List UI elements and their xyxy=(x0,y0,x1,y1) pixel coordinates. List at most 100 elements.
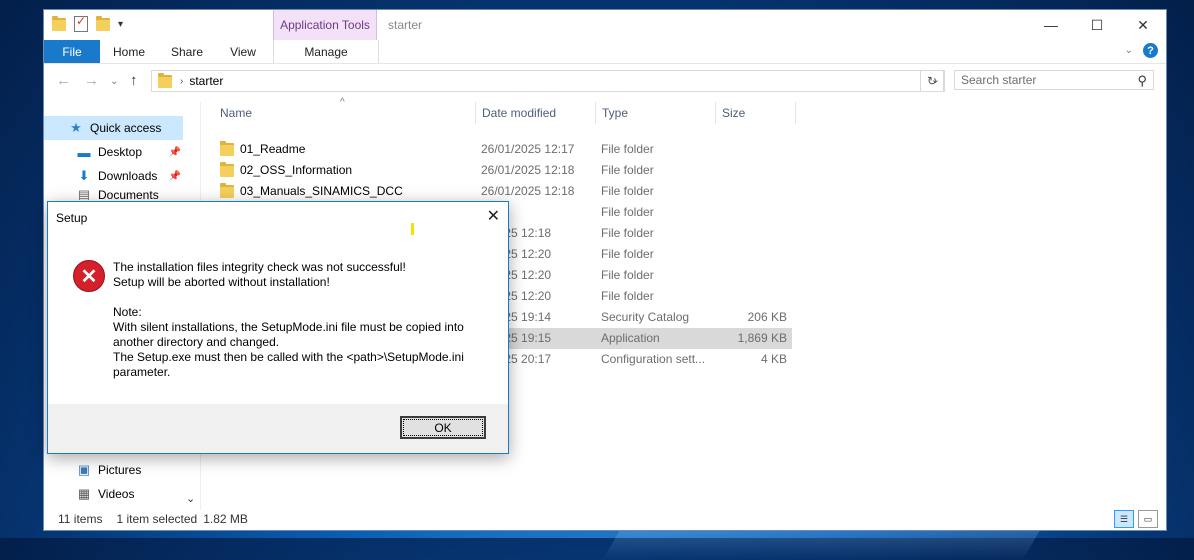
nav-item-documents[interactable]: ▤ Documents xyxy=(44,188,183,200)
file-date: 26/01/2025 12:17 xyxy=(481,142,575,156)
dialog-message: The installation files integrity check w… xyxy=(113,260,493,380)
file-date: 26/01/2025 12:18 xyxy=(481,184,575,198)
column-header-size[interactable]: Size xyxy=(716,102,796,124)
address-bar-row: ← → ⌄ ↑ › starter ⌄ ↻ Search starter ⚲ xyxy=(44,66,1166,96)
column-header-type[interactable]: Type xyxy=(596,102,716,124)
note-label: Note: xyxy=(113,305,142,319)
ribbon-right-controls: ⌄ ? xyxy=(1125,43,1158,58)
column-header-date[interactable]: Date modified xyxy=(476,102,596,124)
file-name: 03_Manuals_SINAMICS_DCC xyxy=(240,184,403,198)
search-input[interactable]: Search starter ⚲ xyxy=(954,70,1154,90)
new-folder-icon[interactable] xyxy=(96,15,110,31)
nav-item-videos[interactable]: ▦ Videos xyxy=(44,482,183,506)
status-bar: 11 items 1 item selected 1.82 MB ☰ ▭ xyxy=(44,508,1166,530)
file-date: 26/01/2025 12:18 xyxy=(481,163,575,177)
tab-manage[interactable]: Manage xyxy=(273,40,379,63)
nav-item-downloads[interactable]: ⬇ Downloads 📌 xyxy=(44,164,183,188)
refresh-icon: ↻ xyxy=(926,74,938,88)
videos-icon: ▦ xyxy=(77,486,91,501)
desktop-icon: ▬ xyxy=(77,144,91,160)
file-type: File folder xyxy=(601,226,654,240)
message-line-1: The installation files integrity check w… xyxy=(113,260,406,274)
message-line-2: Setup will be aborted without installati… xyxy=(113,275,330,289)
error-icon: ✕ xyxy=(73,260,105,292)
back-arrow-icon[interactable]: ← xyxy=(56,72,71,89)
view-switcher: ☰ ▭ xyxy=(1114,510,1158,528)
file-type: File folder xyxy=(601,289,654,303)
documents-icon: ▤ xyxy=(77,188,91,200)
file-type: File folder xyxy=(601,163,654,177)
window-controls: — ☐ ✕ xyxy=(1028,10,1166,40)
nav-item-desktop[interactable]: ▬ Desktop 📌 xyxy=(44,140,183,164)
text-cursor-marker xyxy=(411,223,414,235)
selection-size: 1.82 MB xyxy=(203,512,248,526)
table-row[interactable]: 02_OSS_Information 26/01/2025 12:18 File f… xyxy=(210,160,792,181)
refresh-button[interactable]: ↻ xyxy=(920,70,944,92)
dialog-title: Setup xyxy=(56,211,88,225)
search-icon: ⚲ xyxy=(1137,73,1147,88)
note-line-1: With silent installations, the SetupMode… xyxy=(113,320,464,334)
minimize-button[interactable]: — xyxy=(1028,10,1074,40)
table-row[interactable]: 01_Readme 26/01/2025 12:17 File folder xyxy=(210,139,792,160)
note-line-2: another directory and changed. xyxy=(113,335,280,349)
file-type: Security Catalog xyxy=(601,310,690,324)
star-icon: ★ xyxy=(70,120,82,135)
tab-share[interactable]: Share xyxy=(164,40,210,63)
breadcrumb-starter[interactable]: starter xyxy=(189,74,223,88)
file-type: File folder xyxy=(601,247,654,261)
ribbon-tabs: File Home Share View Manage ⌄ ? xyxy=(44,40,1166,64)
nav-item-pictures[interactable]: ▣ Pictures xyxy=(44,458,183,482)
note-line-4: parameter. xyxy=(113,365,171,379)
file-name: 01_Readme xyxy=(240,142,306,156)
column-header-name[interactable]: Name xyxy=(210,102,476,124)
window-title: starter xyxy=(388,18,423,32)
maximize-button[interactable]: ☐ xyxy=(1074,10,1120,40)
file-type: File folder xyxy=(601,184,654,198)
file-name-cell: 02_OSS_Information xyxy=(220,161,353,177)
dialog-close-icon[interactable]: ✕ xyxy=(487,206,500,226)
pin-icon[interactable]: 📌 xyxy=(169,171,181,182)
pictures-icon: ▣ xyxy=(77,462,91,477)
tab-file[interactable]: File xyxy=(44,40,100,63)
tab-home[interactable]: Home xyxy=(104,40,154,63)
file-size: 206 KB xyxy=(747,310,787,324)
download-icon: ⬇ xyxy=(78,168,90,183)
forward-arrow-icon[interactable]: → xyxy=(84,72,99,89)
folder-icon xyxy=(158,72,172,88)
large-icons-view-icon[interactable]: ▭ xyxy=(1138,510,1158,528)
note-line-3: The Setup.exe must then be called with t… xyxy=(113,350,464,364)
scroll-down-icon[interactable]: ⌄ xyxy=(186,492,195,505)
file-name: 02_OSS_Information xyxy=(240,163,353,177)
properties-icon[interactable] xyxy=(74,14,88,32)
search-placeholder: Search starter xyxy=(961,73,1037,87)
close-button[interactable]: ✕ xyxy=(1120,10,1166,40)
address-field[interactable]: › starter ⌄ xyxy=(151,70,945,92)
file-size: 4 KB xyxy=(760,352,787,366)
up-arrow-icon[interactable]: ↑ xyxy=(130,72,138,89)
help-icon[interactable]: ? xyxy=(1143,43,1158,58)
item-count: 11 items xyxy=(58,512,103,526)
file-type: File folder xyxy=(601,205,654,219)
file-name-cell: 03_Manuals_SINAMICS_DCC xyxy=(220,182,403,198)
ok-button[interactable]: OK xyxy=(400,416,486,439)
recent-locations-icon[interactable]: ⌄ xyxy=(110,76,118,87)
file-type: Configuration sett... xyxy=(601,352,706,366)
customize-toolbar-icon[interactable]: ▾ xyxy=(118,19,123,30)
dialog-footer: OK xyxy=(48,404,508,453)
folder-icon xyxy=(220,182,234,198)
file-type: File folder xyxy=(601,142,654,156)
pin-icon[interactable]: 📌 xyxy=(169,147,181,158)
table-row[interactable]: 03_Manuals_SINAMICS_DCC 26/01/2025 12:18 F… xyxy=(210,181,792,202)
folder-icon[interactable] xyxy=(52,15,66,31)
tab-view[interactable]: View xyxy=(222,40,264,63)
expand-ribbon-icon[interactable]: ⌄ xyxy=(1125,45,1133,56)
breadcrumb-chevron-icon[interactable]: › xyxy=(180,76,183,87)
file-type: Application xyxy=(601,331,660,345)
nav-item-quick-access[interactable]: ★ Quick access xyxy=(44,116,183,140)
file-type: File folder xyxy=(601,268,654,282)
application-tools-context-tab: Application Tools xyxy=(273,10,377,40)
details-view-icon[interactable]: ☰ xyxy=(1114,510,1134,528)
folder-icon xyxy=(220,161,234,177)
quick-access-toolbar: ▾ xyxy=(52,14,123,32)
setup-error-dialog: Setup ✕ ✕ The installation files integri… xyxy=(47,201,509,454)
